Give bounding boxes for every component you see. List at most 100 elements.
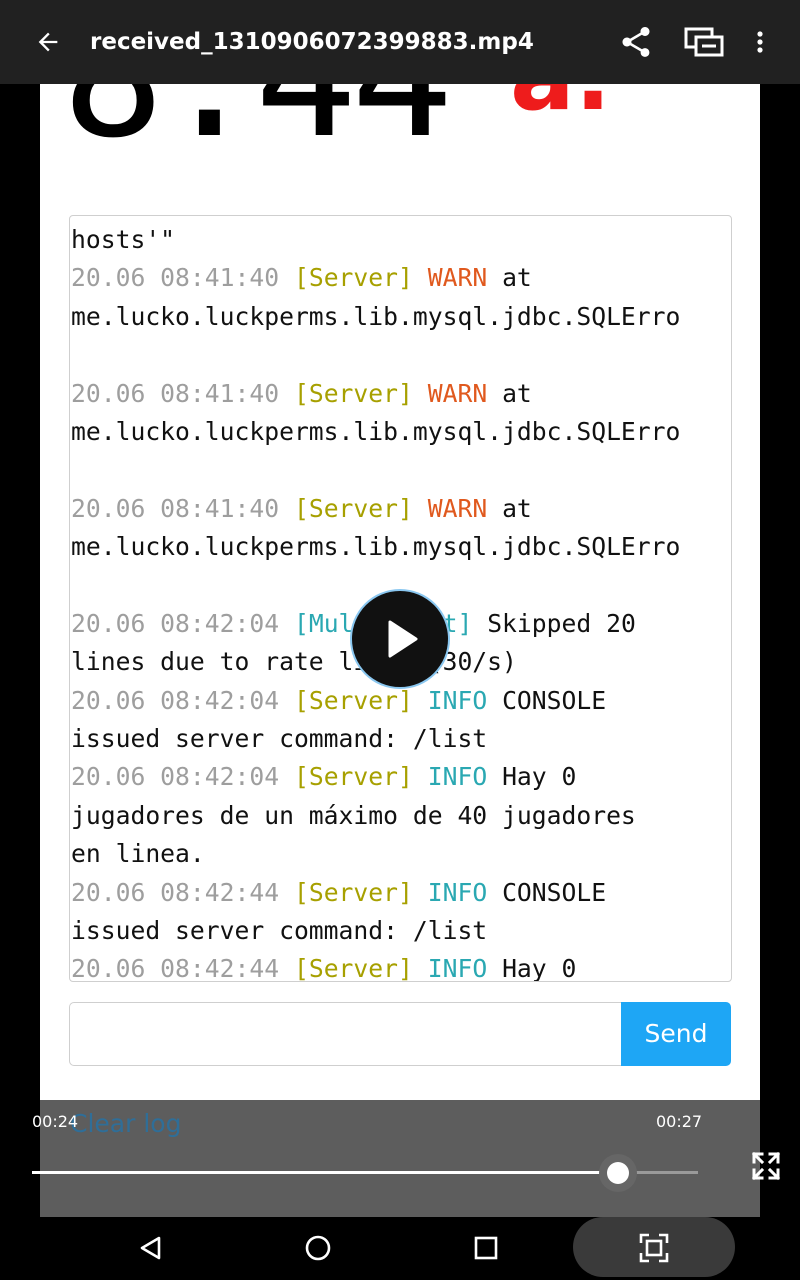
log-text: en linea.	[71, 839, 205, 869]
cast-button[interactable]	[684, 22, 724, 62]
log-text: CONSOLE	[487, 685, 607, 715]
share-icon	[622, 27, 650, 57]
log-timestamp: 20.06 08:42:44	[71, 954, 280, 982]
video-title: received_1310906072399883.mp4	[90, 29, 534, 55]
log-text: hosts'"	[71, 225, 176, 254]
log-line: 20.06 08:42:04 [Server] INFO CONSOLE	[71, 682, 731, 720]
log-line: me.lucko.luckperms.lib.mysql.jdbc.SQLErr…	[71, 413, 731, 451]
clock-time: 8:44	[62, 84, 453, 144]
log-line: me.lucko.luckperms.lib.mysql.jdbc.SQLErr…	[71, 528, 731, 566]
nav-home-button[interactable]	[298, 1228, 338, 1268]
log-line: 20.06 08:41:40 [Server] WARN at	[71, 490, 731, 528]
screenshot-icon	[639, 1233, 669, 1263]
fullscreen-icon	[751, 1151, 781, 1181]
log-text: me.lucko.luckperms.lib.mysql.jdbc.SQLErr…	[71, 532, 681, 562]
log-text: lines due to rate limit (30/s)	[71, 647, 517, 677]
log-line: hosts'"	[71, 221, 731, 259]
log-line: 20.06 08:41:40 [Server] WARN at	[71, 375, 731, 413]
log-text: CONSOLE	[487, 877, 607, 907]
log-line: issued server command: /list	[71, 912, 731, 950]
log-source-tag: [Server]	[293, 378, 413, 408]
log-text: at	[487, 263, 532, 293]
log-line: me.lucko.luckperms.lib.mysql.jdbc.SQLErr…	[71, 298, 731, 336]
arrow-back-icon	[38, 32, 58, 52]
log-line: 20.06 08:42:44 [Server] INFO Hay 0	[71, 950, 731, 982]
log-level: WARN	[427, 263, 488, 293]
log-line: 20.06 08:42:04 [Server] INFO Hay 0	[71, 758, 731, 796]
log-source-tag: [Server]	[293, 762, 413, 792]
log-text: me.lucko.luckperms.lib.mysql.jdbc.SQLErr…	[71, 416, 681, 446]
log-timestamp: 20.06 08:42:04	[71, 685, 280, 715]
send-button[interactable]: Send	[621, 1002, 731, 1066]
play-icon	[388, 620, 418, 658]
share-button[interactable]	[616, 22, 656, 62]
log-timestamp: 20.06 08:41:40	[71, 378, 280, 408]
more-vert-icon	[757, 31, 763, 53]
log-text: Hay 0	[487, 762, 577, 792]
nav-recents-icon	[474, 1236, 498, 1260]
nav-back-button[interactable]	[130, 1228, 170, 1268]
nav-back-icon	[140, 1236, 161, 1260]
elapsed-time: 00:24	[32, 1112, 79, 1131]
back-button[interactable]	[28, 22, 68, 62]
log-source-tag: [Server]	[293, 877, 413, 907]
log-timestamp: 20.06 08:42:04	[71, 608, 280, 638]
log-source-tag: [Server]	[293, 263, 413, 293]
log-line: 20.06 08:41:40 [Server] WARN at	[71, 259, 731, 297]
log-level: INFO	[427, 954, 488, 982]
log-text: me.lucko.luckperms.lib.mysql.jdbc.SQLErr…	[71, 301, 681, 331]
screenshot-icon-wrap	[634, 1228, 674, 1268]
log-text: issued server command: /list	[71, 916, 488, 946]
log-level: INFO	[427, 762, 488, 792]
play-button[interactable]	[352, 591, 448, 687]
log-timestamp: 20.06 08:42:04	[71, 762, 280, 792]
log-line: en linea.	[71, 835, 731, 873]
clock-display: 8:44 a. m.	[40, 84, 760, 144]
log-level: INFO	[427, 685, 488, 715]
log-source-tag: [Server]	[293, 493, 413, 523]
log-timestamp: 20.06 08:41:40	[71, 493, 280, 523]
fullscreen-button[interactable]	[748, 1148, 784, 1184]
log-text: at	[487, 493, 532, 523]
log-text: issued server command: /list	[71, 724, 488, 754]
nav-recents-button[interactable]	[466, 1228, 506, 1268]
log-level: WARN	[427, 493, 488, 523]
log-source-tag: [Server]	[293, 685, 413, 715]
log-line: 20.06 08:42:44 [Server] INFO CONSOLE	[71, 874, 731, 912]
log-text: Skipped 20	[472, 608, 636, 638]
log-source-tag: [Server]	[293, 954, 413, 982]
clear-log-link[interactable]: Clear log	[70, 1108, 181, 1140]
log-timestamp: 20.06 08:41:40	[71, 263, 280, 293]
command-input[interactable]	[69, 1002, 622, 1066]
cast-icon	[684, 27, 724, 57]
log-line: jugadores de un máximo de 40 jugadores	[71, 797, 731, 835]
clock-ampm: a. m.	[510, 84, 760, 144]
log-level: WARN	[427, 378, 488, 408]
log-text: jugadores de un máximo de 40 jugadores	[71, 800, 636, 830]
log-line: issued server command: /list	[71, 720, 731, 758]
log-text: Hay 0	[487, 954, 577, 982]
seek-thumb[interactable]	[599, 1154, 638, 1192]
nav-home-icon	[305, 1235, 331, 1261]
duration-time: 00:27	[656, 1112, 703, 1131]
log-timestamp: 20.06 08:42:44	[71, 877, 280, 907]
log-level: INFO	[427, 877, 488, 907]
app-toolbar: received_1310906072399883.mp4	[0, 0, 800, 84]
more-options-button[interactable]	[740, 22, 780, 62]
log-text: at	[487, 378, 532, 408]
